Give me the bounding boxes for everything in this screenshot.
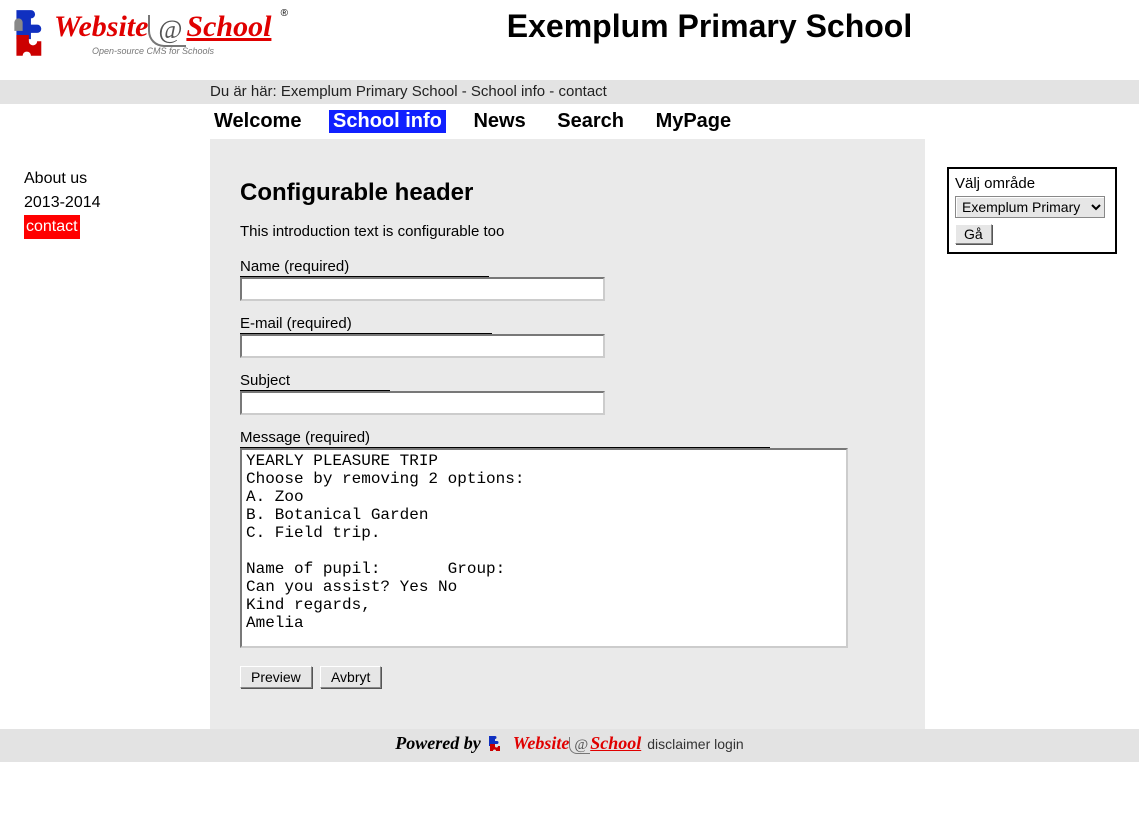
message-label: Message (required): [240, 429, 770, 448]
puzzle-icon: [12, 6, 54, 64]
content-intro: This introduction text is configurable t…: [240, 223, 895, 240]
preview-button[interactable]: Preview: [240, 666, 312, 688]
sidebar-item-2013-2014[interactable]: 2013-2014: [24, 191, 210, 215]
page-header: Website@School Open-source CMS for Schoo…: [0, 0, 1139, 80]
right-column: Välj område Exemplum Primary Gå: [925, 139, 1139, 254]
area-select-box: Välj område Exemplum Primary Gå: [947, 167, 1117, 254]
sidebar-item-contact[interactable]: contact: [24, 215, 80, 239]
content-card: Configurable header This introduction te…: [210, 139, 925, 729]
nav-school-info[interactable]: School info: [329, 110, 446, 133]
login-link[interactable]: login: [714, 736, 744, 752]
logo-subtitle: Open-source CMS for Schools: [92, 46, 214, 56]
subject-label: Subject: [240, 372, 390, 391]
nav-search[interactable]: Search: [553, 110, 628, 133]
nav-news[interactable]: News: [469, 110, 529, 133]
area-select[interactable]: Exemplum Primary: [955, 196, 1105, 218]
content-header: Configurable header: [240, 179, 895, 207]
sidebar-item-about-us[interactable]: About us: [24, 167, 210, 191]
email-input[interactable]: [240, 334, 605, 358]
registered-mark-icon: ®: [281, 8, 288, 19]
page-footer: Powered by Website@School disclaimer log…: [0, 729, 1139, 762]
sidebar: About us 2013-2014 contact: [0, 139, 210, 239]
logo-text: Website@School: [54, 10, 271, 45]
name-label: Name (required): [240, 258, 489, 277]
disclaimer-link[interactable]: disclaimer: [647, 736, 710, 752]
email-label: E-mail (required): [240, 315, 492, 334]
nav-welcome[interactable]: Welcome: [210, 110, 305, 133]
footer-puzzle-icon: [487, 734, 507, 754]
footer-logo[interactable]: Website@School: [513, 733, 642, 754]
name-input[interactable]: [240, 277, 605, 301]
breadcrumb-path: Exemplum Primary School - School info - …: [281, 83, 607, 100]
cancel-button[interactable]: Avbryt: [320, 666, 381, 688]
nav-mypage[interactable]: MyPage: [652, 110, 736, 133]
go-button[interactable]: Gå: [955, 224, 992, 244]
message-textarea[interactable]: [240, 448, 848, 648]
breadcrumb: Du är här: Exemplum Primary School - Sch…: [0, 80, 1139, 104]
area-select-label: Välj område: [955, 175, 1109, 192]
powered-by-label: Powered by: [395, 733, 480, 754]
site-logo[interactable]: Website@School Open-source CMS for Schoo…: [8, 2, 288, 70]
site-title: Exemplum Primary School: [288, 2, 1131, 45]
breadcrumb-prefix: Du är här:: [210, 83, 281, 100]
main-nav: Welcome School info News Search MyPage: [0, 104, 1139, 139]
subject-input[interactable]: [240, 391, 605, 415]
